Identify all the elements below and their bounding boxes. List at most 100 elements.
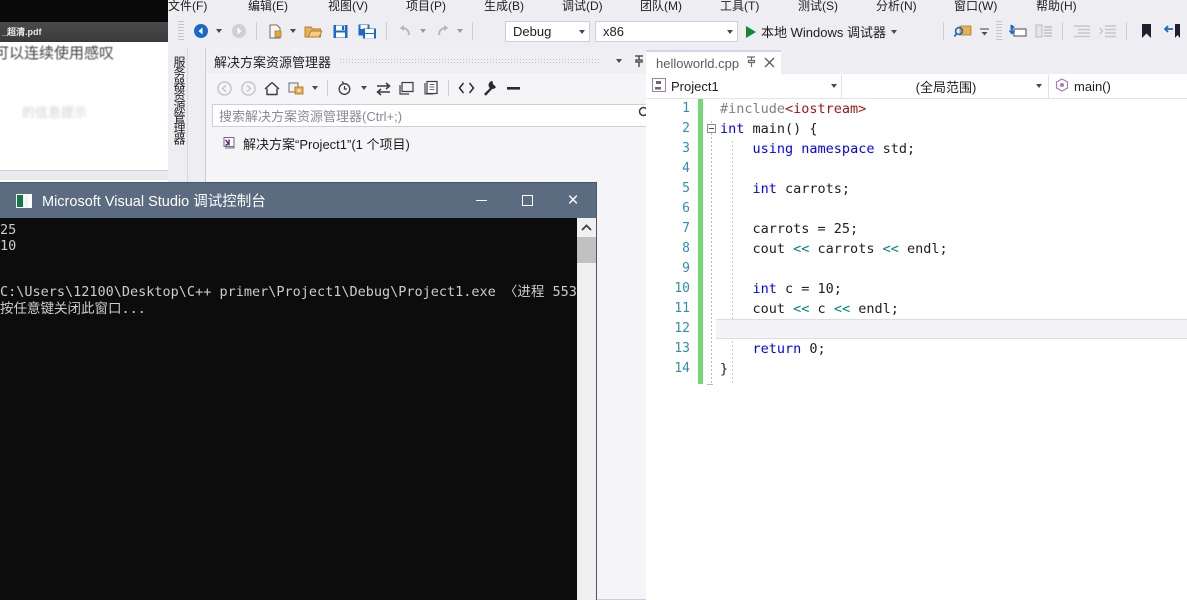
toolbar-separator xyxy=(943,22,944,40)
navbar-project-combo[interactable]: Project1 xyxy=(646,74,842,98)
se-show-all-files-button[interactable] xyxy=(419,77,443,99)
code-text-area[interactable]: 1 2 3 4 5 6 7 8 9 10 11 12 13 14 #include<iostream> in… xyxy=(646,99,1187,600)
open-file-button[interactable] xyxy=(301,20,325,42)
close-icon: × xyxy=(567,190,579,211)
menu-item-10[interactable]: 窗口(W) xyxy=(954,0,997,14)
solution-platform-combo[interactable]: x86 xyxy=(595,21,738,42)
toggle-bookmark-button[interactable] xyxy=(1134,20,1158,42)
change-indicator-bar xyxy=(698,99,703,384)
navbar-member-combo[interactable]: main() xyxy=(1049,74,1187,98)
save-all-button[interactable] xyxy=(354,20,380,42)
code-line[interactable]: int c = 10; xyxy=(720,279,842,299)
se-collapse-all-button[interactable] xyxy=(395,77,419,99)
code-line[interactable]: cout << carrots << endl; xyxy=(720,239,948,259)
navigate-back-button[interactable] xyxy=(190,20,212,42)
line-number: 14 xyxy=(674,361,690,376)
find-in-files-button[interactable] xyxy=(951,20,975,42)
solution-configuration-combo[interactable]: Debug xyxy=(505,21,590,42)
previous-bookmark-button[interactable] xyxy=(1160,20,1184,42)
close-icon[interactable] xyxy=(764,57,775,70)
se-sync-button[interactable] xyxy=(371,77,395,99)
start-debugging-button[interactable]: 本地 Windows 调试器 xyxy=(746,20,897,43)
pdf-page-ghost-text: 的信息提示 xyxy=(22,105,88,120)
panel-menu-button[interactable] xyxy=(609,51,629,71)
se-pending-changes-button[interactable] xyxy=(333,77,357,99)
navbar-scope-combo[interactable]: (全局范围) xyxy=(842,74,1049,98)
se-home-button[interactable] xyxy=(260,77,284,99)
code-token: << xyxy=(833,301,851,317)
code-token: namespace xyxy=(801,141,875,157)
menu-item-5[interactable]: 调试(D) xyxy=(562,0,603,14)
menu-item-1[interactable]: 编辑(E) xyxy=(248,0,288,14)
step-into-button[interactable] xyxy=(1006,20,1030,42)
save-button[interactable] xyxy=(328,20,352,42)
new-project-button[interactable] xyxy=(264,20,286,42)
menu-item-3[interactable]: 项目(P) xyxy=(406,0,446,14)
structure-guide-line xyxy=(711,121,712,384)
menu-item-2[interactable]: 视图(V) xyxy=(328,0,368,14)
code-token: int xyxy=(752,281,777,297)
step-into-icon xyxy=(1008,24,1027,37)
console-maximize-button[interactable] xyxy=(504,183,550,218)
project-icon xyxy=(652,77,666,95)
toolbar-grip[interactable] xyxy=(996,21,1002,41)
structure-guide-end xyxy=(707,384,713,385)
new-folder-icon xyxy=(288,82,304,94)
back-icon xyxy=(216,80,232,96)
menu-item-0[interactable]: 文件(F) xyxy=(168,0,207,14)
chevron-down-icon[interactable] xyxy=(890,29,897,34)
menu-item-8[interactable]: 测试(S) xyxy=(798,0,838,14)
toolbar-grip[interactable] xyxy=(178,21,184,41)
tree-item-solution[interactable]: 解决方案“Project1”(1 个项目) xyxy=(221,133,410,153)
console-minimize-button[interactable] xyxy=(458,183,504,218)
se-pending-dropdown[interactable] xyxy=(357,77,371,99)
find-dropdown[interactable] xyxy=(976,20,994,42)
navigate-forward-button xyxy=(228,20,250,42)
collapse-region-toggle[interactable] xyxy=(707,124,716,133)
code-line[interactable]: using namespace std; xyxy=(720,139,916,159)
menu-item-6[interactable]: 团队(M) xyxy=(640,0,682,14)
navigate-back-dropdown[interactable] xyxy=(213,20,225,42)
se-designer-button[interactable] xyxy=(502,77,526,99)
code-token: cout xyxy=(720,241,794,257)
code-line[interactable]: carrots = 25; xyxy=(720,219,859,239)
code-line[interactable]: } xyxy=(720,359,728,379)
new-project-icon xyxy=(269,23,281,38)
menu-item-9[interactable]: 分析(N) xyxy=(876,0,917,14)
console-output-line: 按任意键关闭此窗口... xyxy=(0,301,146,317)
code-line[interactable]: int main() { xyxy=(720,119,818,139)
se-view-code-button[interactable] xyxy=(454,77,478,99)
se-new-folder-button[interactable] xyxy=(284,77,308,99)
console-close-button[interactable]: × xyxy=(550,183,596,218)
pending-changes-icon xyxy=(338,81,351,95)
se-new-folder-dropdown[interactable] xyxy=(308,77,322,99)
console-scroll-thumb[interactable] xyxy=(577,237,596,263)
se-properties-button[interactable] xyxy=(478,77,502,99)
console-titlebar[interactable]: Microsoft Visual Studio 调试控制台 × xyxy=(0,183,596,218)
document-tab-helloworld[interactable]: helloworld.cpp xyxy=(646,50,782,74)
code-token: carrots; xyxy=(776,181,851,197)
pdf-reader-window[interactable]: _超清.pdf 可以连续使用感叹 的信息提示 xyxy=(0,0,168,180)
code-line[interactable]: cout << c << endl; xyxy=(720,299,899,319)
menu-item-11[interactable]: 帮助(H) xyxy=(1036,0,1077,14)
new-project-dropdown[interactable] xyxy=(287,20,299,42)
code-line[interactable]: #include<iostream> xyxy=(720,99,866,119)
console-output-area[interactable]: 25 10 C:\Users\12100\Desktop\C++ primer\… xyxy=(0,218,596,600)
menu-item-4[interactable]: 生成(B) xyxy=(484,0,524,14)
debug-console-window[interactable]: Microsoft Visual Studio 调试控制台 × 25 10 C:… xyxy=(0,183,596,600)
code-line[interactable]: return 0; xyxy=(720,339,826,359)
header-drag-area[interactable] xyxy=(339,58,601,64)
comment-selection-button xyxy=(1032,20,1056,42)
console-output-line: C:\Users\12100\Desktop\C++ primer\Projec… xyxy=(0,284,577,300)
navigate-backward-icon xyxy=(1163,24,1180,38)
bookmark-icon xyxy=(1141,24,1151,38)
solution-explorer-header: 解决方案资源管理器 xyxy=(206,48,673,74)
menu-item-7[interactable]: 工具(T) xyxy=(720,0,759,14)
pin-icon[interactable] xyxy=(746,56,757,70)
console-scrollbar[interactable] xyxy=(577,218,596,600)
code-line[interactable]: int carrots; xyxy=(720,179,851,199)
code-token: c = 10; xyxy=(776,281,842,297)
console-scroll-up-button[interactable] xyxy=(577,218,596,237)
toolbar-separator xyxy=(1126,22,1127,40)
solution-explorer-search[interactable]: 搜索解决方案资源管理器(Ctrl+;) xyxy=(212,102,667,127)
